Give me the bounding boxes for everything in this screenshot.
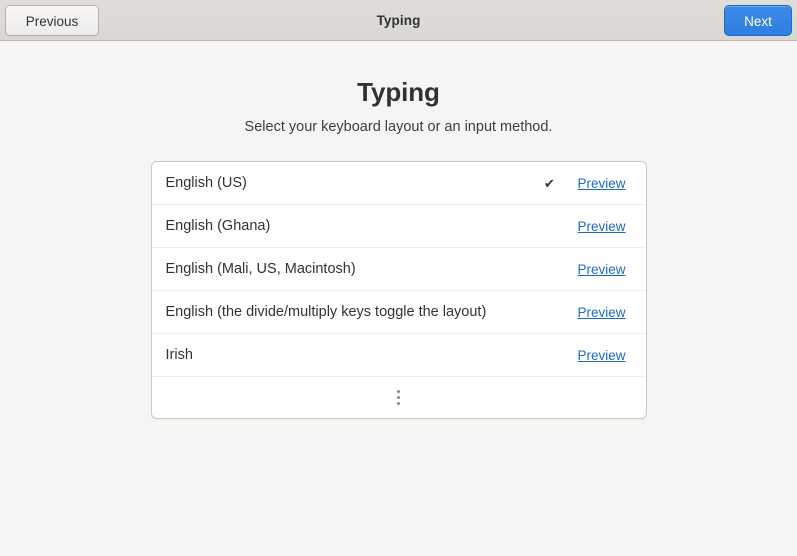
list-item[interactable]: English (Ghana) Preview bbox=[151, 205, 646, 248]
preview-link[interactable]: Preview bbox=[564, 262, 646, 277]
layout-name: English (the divide/multiply keys toggle… bbox=[165, 304, 487, 320]
preview-link[interactable]: Preview bbox=[564, 305, 646, 320]
more-vertical-icon bbox=[397, 390, 400, 405]
layout-name: English (Mali, US, Macintosh) bbox=[165, 261, 356, 277]
page-subtitle: Select your keyboard layout or an input … bbox=[244, 119, 553, 135]
next-button[interactable]: Next bbox=[724, 5, 792, 36]
layout-name: Irish bbox=[165, 347, 193, 363]
layout-name: English (Ghana) bbox=[165, 218, 271, 234]
checkmark-icon: ✔ bbox=[544, 175, 555, 191]
page-content: Typing Select your keyboard layout or an… bbox=[0, 41, 797, 555]
preview-link[interactable]: Preview bbox=[564, 219, 646, 234]
preview-link[interactable]: Preview bbox=[564, 176, 646, 191]
list-item[interactable]: English (US) ✔ Preview bbox=[151, 162, 646, 205]
preview-link[interactable]: Preview bbox=[564, 348, 646, 363]
layout-name: English (US) bbox=[165, 175, 247, 191]
previous-button[interactable]: Previous bbox=[5, 4, 99, 36]
list-item[interactable]: English (the divide/multiply keys toggle… bbox=[151, 291, 646, 334]
header-title: Typing bbox=[376, 12, 421, 28]
show-more-button[interactable] bbox=[151, 377, 646, 418]
list-item[interactable]: Irish Preview bbox=[151, 334, 646, 377]
page-title: Typing bbox=[357, 77, 440, 107]
list-item[interactable]: English (Mali, US, Macintosh) Preview bbox=[151, 248, 646, 291]
keyboard-layout-list: English (US) ✔ Preview English (Ghana) P… bbox=[150, 161, 647, 419]
header-bar: Previous Typing Next bbox=[0, 0, 797, 41]
